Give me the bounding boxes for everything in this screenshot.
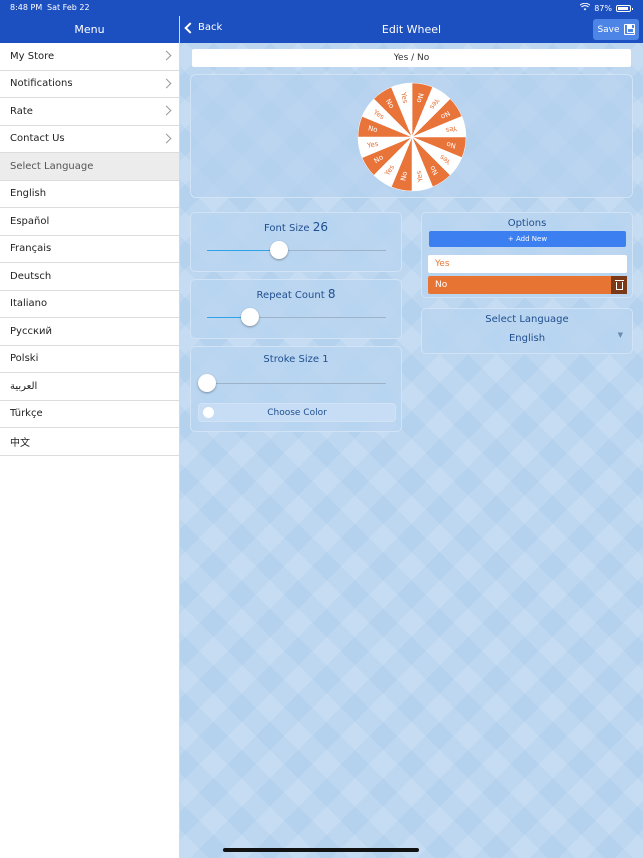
choose-color-label: Choose Color bbox=[267, 408, 327, 418]
menu-item-label: My Store bbox=[10, 50, 55, 62]
option-yes-label: Yes bbox=[435, 259, 450, 269]
status-right: 87% bbox=[579, 2, 633, 13]
language-item[interactable]: العربية bbox=[0, 373, 179, 401]
language-select-value: English bbox=[508, 333, 546, 344]
chevron-right-icon bbox=[161, 133, 172, 143]
language-item[interactable]: Türkçe bbox=[0, 401, 179, 428]
language-item[interactable]: Français bbox=[0, 236, 179, 263]
sidebar-title: Menu bbox=[0, 16, 179, 43]
choose-color-button[interactable]: Choose Color bbox=[198, 403, 396, 422]
chevron-right-icon bbox=[161, 78, 172, 88]
options-title: Options bbox=[507, 218, 547, 229]
wheel-preview-panel: No Yes No Yes No Yes No Yes No Yes No Yes No Yes No Yes bbox=[190, 74, 633, 198]
sidebar: Menu My Store Notifications Rate Contact Us… bbox=[0, 16, 180, 858]
options-panel: Options + Add New Yes No bbox=[421, 212, 633, 298]
battery-percent: 87% bbox=[594, 3, 612, 13]
font-size-slider-thumb[interactable] bbox=[269, 241, 288, 259]
color-swatch bbox=[203, 407, 214, 418]
battery-icon bbox=[616, 4, 633, 12]
menu-item[interactable]: Notifications bbox=[0, 71, 179, 98]
save-label: Save bbox=[597, 24, 620, 35]
font-size-label: Font Size bbox=[264, 223, 310, 234]
trash-icon bbox=[614, 280, 624, 290]
wheel-name-field[interactable]: Yes / No bbox=[192, 49, 631, 67]
font-size-value: 26 bbox=[312, 220, 328, 234]
stroke-size-value: 1 bbox=[322, 354, 329, 365]
repeat-count-value: 8 bbox=[327, 287, 336, 301]
status-date: Sat Feb 22 bbox=[47, 3, 90, 12]
home-indicator bbox=[223, 848, 419, 852]
menu-item[interactable]: Rate bbox=[0, 98, 179, 126]
language-item[interactable]: 中文 bbox=[0, 428, 179, 456]
stroke-size-slider-thumb[interactable] bbox=[198, 374, 216, 392]
language-item[interactable]: Español bbox=[0, 208, 179, 236]
stroke-size-label-row: Stroke Size 1 bbox=[191, 354, 401, 365]
menu-item-label: Rate bbox=[10, 105, 33, 117]
menu-item-label: Contact Us bbox=[10, 133, 65, 145]
language-item[interactable]: Deutsch bbox=[0, 263, 179, 291]
font-size-label-row: Font Size 26 bbox=[191, 220, 401, 234]
repeat-count-slider-thumb[interactable] bbox=[240, 308, 259, 326]
wheel-preview[interactable]: No YesNoYesNoYesNoYesNoYesNoYesNoYesNo Yes bbox=[356, 81, 468, 193]
add-new-button[interactable]: + Add New bbox=[429, 231, 626, 247]
menu-item[interactable]: Contact Us bbox=[0, 126, 179, 153]
language-item[interactable]: Polski bbox=[0, 346, 179, 373]
option-item-no[interactable]: No bbox=[428, 276, 627, 294]
save-button[interactable]: Save bbox=[593, 19, 639, 40]
option-no-label: No bbox=[435, 280, 448, 290]
menu-item-label: Notifications bbox=[10, 78, 73, 90]
floppy-disk-icon bbox=[623, 24, 635, 35]
repeat-count-label-row: Repeat Count 8 bbox=[191, 287, 401, 301]
language-item[interactable]: Русский bbox=[0, 318, 179, 346]
font-size-slider-fill bbox=[207, 250, 279, 251]
menu-list: My Store Notifications Rate Contact Us Selec… bbox=[0, 43, 179, 456]
menu-item[interactable]: My Store bbox=[0, 43, 179, 71]
stroke-size-label: Stroke Size bbox=[263, 354, 319, 365]
navbar: Back Edit Wheel Save bbox=[180, 16, 643, 43]
status-time: 8:48 PM bbox=[10, 3, 43, 12]
stroke-size-panel: Stroke Size 1 Choose Color bbox=[190, 346, 402, 432]
chevron-down-icon: ▼ bbox=[617, 331, 623, 339]
font-size-panel: Font Size 26 bbox=[190, 212, 402, 272]
chevron-right-icon bbox=[161, 105, 172, 116]
language-item[interactable]: English bbox=[0, 181, 179, 208]
language-item[interactable]: Italiano bbox=[0, 291, 179, 318]
main-content: Back Edit Wheel Save Yes / No No Yes No Yes… bbox=[180, 16, 643, 858]
delete-option-button[interactable] bbox=[611, 276, 627, 294]
wifi-icon bbox=[579, 2, 591, 13]
page-title: Edit Wheel bbox=[381, 23, 442, 36]
language-select-panel[interactable]: Select Language English ▼ bbox=[421, 308, 633, 354]
status-bar: 8:48 PM Sat Feb 22 87% bbox=[0, 0, 643, 16]
repeat-count-panel: Repeat Count 8 bbox=[190, 279, 402, 339]
chevron-right-icon bbox=[161, 50, 172, 61]
option-item-yes[interactable]: Yes bbox=[428, 255, 627, 273]
repeat-count-label: Repeat Count bbox=[256, 290, 325, 301]
section-header-select-language: Select Language bbox=[0, 153, 179, 181]
battery-fill bbox=[618, 6, 628, 10]
stroke-size-slider-track[interactable] bbox=[207, 383, 386, 384]
language-select-label: Select Language bbox=[485, 314, 569, 325]
